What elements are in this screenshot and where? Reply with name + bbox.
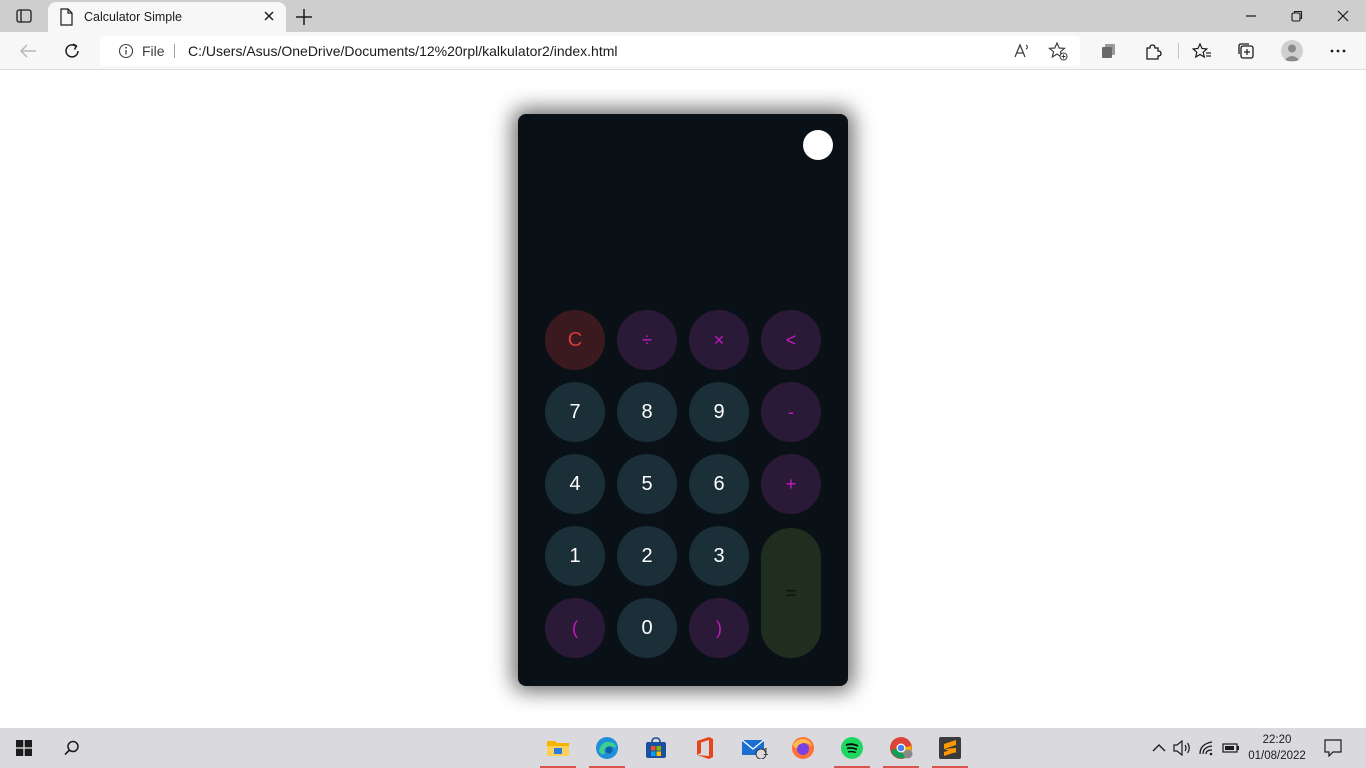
- multiply-button[interactable]: ×: [689, 310, 749, 370]
- collections-button[interactable]: [1234, 40, 1258, 62]
- tab-title: Calculator Simple: [84, 10, 182, 24]
- firefox-app[interactable]: [783, 728, 823, 768]
- spotify-app[interactable]: [832, 728, 872, 768]
- start-button[interactable]: [4, 728, 44, 768]
- digit-1-button[interactable]: 1: [545, 526, 605, 586]
- copy-icon: [1102, 44, 1115, 58]
- digit-2-button[interactable]: 2: [617, 526, 677, 586]
- search-icon: [64, 740, 79, 756]
- chrome-app[interactable]: [881, 728, 921, 768]
- page-icon: [60, 8, 73, 26]
- profile-avatar[interactable]: [1281, 40, 1303, 62]
- office-icon: [697, 737, 713, 759]
- refresh-button[interactable]: [60, 40, 84, 62]
- close-paren-button[interactable]: ): [689, 598, 749, 658]
- restore-icon: [1291, 10, 1303, 22]
- digit-0-button[interactable]: 0: [617, 598, 677, 658]
- toolbar-divider: [1178, 43, 1179, 59]
- store-icon: [646, 737, 666, 758]
- back-button[interactable]: [16, 40, 40, 62]
- file-explorer-app[interactable]: [538, 728, 578, 768]
- minimize-button[interactable]: [1228, 0, 1274, 32]
- digit-6-button[interactable]: 6: [689, 454, 749, 514]
- close-window-button[interactable]: [1320, 0, 1366, 32]
- extensions-button[interactable]: [1141, 40, 1165, 62]
- address-bar[interactable]: File C:/Users/Asus/OneDrive/Documents/12…: [100, 36, 1080, 66]
- close-window-icon: [1337, 10, 1349, 22]
- more-dots-icon: [1330, 49, 1346, 53]
- windows-logo-icon: [16, 740, 32, 756]
- chrome-icon: [890, 737, 913, 759]
- system-clock[interactable]: 22:20 01/08/2022: [1236, 732, 1318, 764]
- digit-3-button[interactable]: 3: [689, 526, 749, 586]
- speaker-icon: [1173, 740, 1190, 756]
- minimize-icon: [1246, 15, 1256, 17]
- browser-tab[interactable]: Calculator Simple: [48, 2, 286, 32]
- user-icon: [1284, 44, 1300, 61]
- digit-4-button[interactable]: 4: [545, 454, 605, 514]
- tab-actions-button[interactable]: [0, 0, 48, 32]
- show-hidden-icons-button[interactable]: [1149, 738, 1169, 758]
- sublime-text-app[interactable]: [930, 728, 970, 768]
- office-app[interactable]: [685, 728, 725, 768]
- digit-5-button[interactable]: 5: [617, 454, 677, 514]
- wifi-icon: [1199, 741, 1213, 756]
- digit-8-button[interactable]: 8: [617, 382, 677, 442]
- address-scheme: File: [142, 43, 165, 59]
- divide-button[interactable]: ÷: [617, 310, 677, 370]
- add-favorite-icon[interactable]: [1048, 41, 1068, 61]
- sublime-icon: [939, 737, 961, 759]
- digit-9-button[interactable]: 9: [689, 382, 749, 442]
- backspace-button[interactable]: <: [761, 310, 821, 370]
- firefox-icon: [792, 737, 814, 759]
- close-tab-icon[interactable]: [262, 9, 276, 23]
- favorites-button[interactable]: [1190, 40, 1214, 62]
- plus-button[interactable]: +: [761, 454, 821, 514]
- search-button[interactable]: [52, 728, 92, 768]
- info-icon[interactable]: [118, 43, 134, 59]
- theme-toggle[interactable]: [803, 130, 833, 160]
- favorites-icon: [1192, 42, 1211, 59]
- settings-more-button[interactable]: [1326, 40, 1350, 62]
- notification-icon: [1324, 739, 1342, 757]
- network-button[interactable]: [1197, 738, 1217, 758]
- tab-bar: Calculator Simple: [0, 0, 1366, 32]
- address-separator: [174, 44, 175, 58]
- browser-toolbar: File C:/Users/Asus/OneDrive/Documents/12…: [0, 32, 1366, 70]
- address-url[interactable]: C:/Users/Asus/OneDrive/Documents/12%20rp…: [188, 43, 618, 59]
- collections-extension-button[interactable]: [1097, 40, 1121, 62]
- clock-date: 01/08/2022: [1248, 750, 1306, 762]
- spotify-icon: [841, 737, 863, 759]
- chevron-up-icon: [1152, 744, 1166, 752]
- edge-icon: [596, 737, 618, 759]
- read-aloud-icon[interactable]: [1012, 41, 1032, 61]
- mail-badge: 1: [763, 747, 769, 758]
- restore-button[interactable]: [1274, 0, 1320, 32]
- calculator: C ÷ × < 7 8 9 - 4 5 6 + 1 2 3 = ( 0 ): [518, 114, 848, 686]
- new-tab-icon[interactable]: [293, 6, 315, 28]
- taskbar: 1 22:20 01/08/2022: [0, 728, 1366, 768]
- edge-app[interactable]: [587, 728, 627, 768]
- digit-7-button[interactable]: 7: [545, 382, 605, 442]
- tab-actions-icon: [16, 9, 32, 23]
- minus-button[interactable]: -: [761, 382, 821, 442]
- collections-icon: [1238, 43, 1254, 59]
- puzzle-icon: [1146, 44, 1162, 60]
- open-paren-button[interactable]: (: [545, 598, 605, 658]
- back-arrow-icon: [19, 44, 36, 58]
- clock-time: 22:20: [1262, 734, 1292, 746]
- equals-button[interactable]: =: [761, 528, 821, 658]
- folder-icon: [547, 741, 569, 756]
- store-app[interactable]: [636, 728, 676, 768]
- clear-button[interactable]: C: [545, 310, 605, 370]
- refresh-icon: [65, 43, 79, 58]
- notifications-button[interactable]: [1323, 738, 1343, 758]
- volume-button[interactable]: [1172, 738, 1192, 758]
- mail-app[interactable]: 1: [734, 728, 774, 768]
- calculator-display: [538, 174, 828, 284]
